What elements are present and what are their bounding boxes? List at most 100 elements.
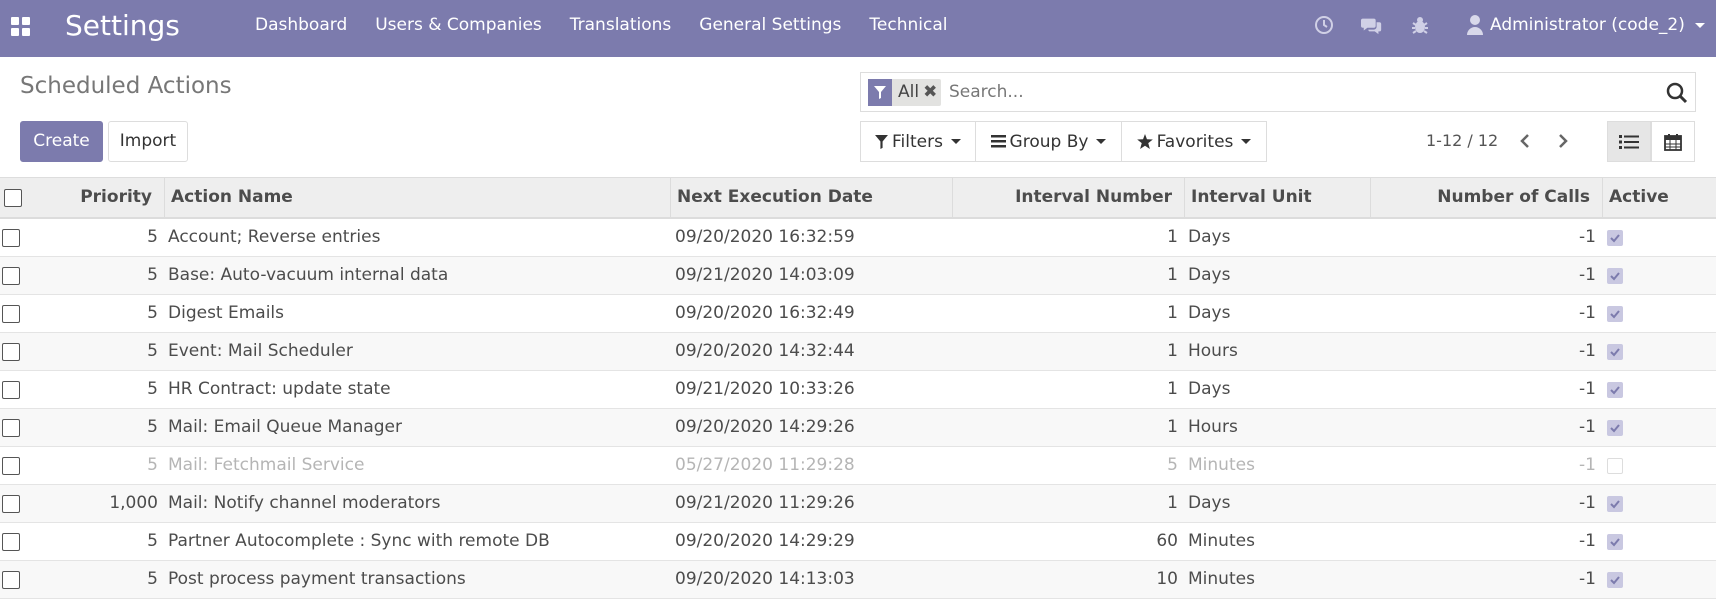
cell-priority: 1,000: [109, 493, 158, 513]
cell-priority: 5: [147, 303, 158, 323]
cell-next-execution-date: 09/21/2020 10:33:26: [675, 379, 855, 399]
facet-remove-icon[interactable]: ✖: [923, 79, 941, 106]
pager-next-button[interactable]: [1551, 127, 1575, 155]
check-icon: [1610, 500, 1620, 509]
row-select-checkbox[interactable]: [2, 229, 20, 247]
row-select-checkbox[interactable]: [2, 457, 20, 475]
column-interval-unit[interactable]: Interval Unit: [1184, 178, 1370, 217]
column-interval-number[interactable]: Interval Number: [952, 178, 1184, 217]
row-select-checkbox[interactable]: [2, 343, 20, 361]
cell-number-of-calls: -1: [1579, 455, 1596, 475]
cell-next-execution-date: 09/21/2020 14:03:09: [675, 265, 855, 285]
debug-bug-icon[interactable]: [1409, 14, 1431, 36]
filters-dropdown[interactable]: Filters: [860, 121, 976, 162]
search-icon[interactable]: [1666, 82, 1688, 104]
calendar-view-button[interactable]: [1651, 121, 1695, 162]
menu-item-dashboard[interactable]: Dashboard: [255, 0, 347, 57]
group-bars-icon: [990, 135, 1006, 148]
user-menu[interactable]: Administrator (code_2): [1466, 0, 1705, 50]
apps-menu-icon[interactable]: [11, 17, 30, 36]
cell-interval-number: 1: [1167, 493, 1178, 513]
table-row[interactable]: 5 Base: Auto-vacuum internal data 09/21/20…: [0, 257, 1716, 295]
cell-next-execution-date: 05/27/2020 11:29:28: [675, 455, 855, 475]
menu-item-users-companies[interactable]: Users & Companies: [375, 0, 542, 57]
cell-interval-number: 60: [1156, 531, 1178, 551]
check-icon: [1610, 272, 1620, 281]
table-row[interactable]: 5 Post process payment transactions 09/20/…: [0, 561, 1716, 599]
column-next-execution-date[interactable]: Next Execution Date: [670, 178, 952, 217]
table-row[interactable]: 5 Account; Reverse entries 09/20/2020 16:3…: [0, 219, 1716, 257]
groupby-dropdown[interactable]: Group By: [975, 121, 1122, 162]
cell-priority: 5: [147, 455, 158, 475]
cell-action-name: Digest Emails: [168, 303, 285, 323]
cell-priority: 5: [147, 265, 158, 285]
cell-action-name: Event: Mail Scheduler: [168, 341, 353, 361]
check-icon: [1610, 310, 1620, 319]
active-checked-checkbox: [1607, 306, 1623, 322]
favorites-dropdown[interactable]: Favorites: [1121, 121, 1267, 162]
table-row[interactable]: 5 Mail: Email Queue Manager 09/20/2020 14:…: [0, 409, 1716, 447]
table-row[interactable]: 5 Event: Mail Scheduler 09/20/2020 14:32:4…: [0, 333, 1716, 371]
pager-value[interactable]: 1-12 / 12: [1426, 130, 1498, 152]
app-brand[interactable]: Settings: [65, 6, 180, 46]
table-row[interactable]: 5 Digest Emails 09/20/2020 16:32:49 1 Days -1: [0, 295, 1716, 333]
top-navbar: Settings Dashboard Users & Companies Tra…: [0, 0, 1716, 57]
row-select-checkbox[interactable]: [2, 533, 20, 551]
create-button[interactable]: Create: [20, 121, 103, 162]
check-icon: [1610, 234, 1620, 243]
cell-priority: 5: [147, 531, 158, 551]
table-row[interactable]: 5 HR Contract: update state 09/21/2020 10:…: [0, 371, 1716, 409]
select-all-checkbox[interactable]: [4, 189, 22, 207]
cell-action-name: Post process payment transactions: [168, 569, 466, 589]
cell-number-of-calls: -1: [1579, 341, 1596, 361]
table-row[interactable]: 5 Partner Autocomplete : Sync with remote…: [0, 523, 1716, 561]
cell-interval-number: 1: [1167, 227, 1178, 247]
active-checked-checkbox: [1607, 382, 1623, 398]
column-priority[interactable]: Priority: [36, 178, 164, 217]
user-name: Administrator (code_2): [1490, 15, 1685, 35]
column-active[interactable]: Active: [1602, 178, 1716, 217]
menu-item-technical[interactable]: Technical: [869, 0, 947, 57]
list-view-button[interactable]: [1607, 121, 1651, 162]
check-icon: [1610, 348, 1620, 357]
filter-funnel-icon: [875, 134, 888, 149]
cell-interval-number: 5: [1167, 455, 1178, 475]
search-bar: All ✖: [860, 72, 1696, 112]
cell-interval-unit: Hours: [1188, 341, 1238, 361]
cell-action-name: Mail: Fetchmail Service: [168, 455, 365, 475]
chat-icon[interactable]: [1361, 14, 1383, 36]
pager-previous-button[interactable]: [1513, 127, 1537, 155]
table-row[interactable]: 1,000 Mail: Notify channel moderators 09/2…: [0, 485, 1716, 523]
cell-interval-number: 1: [1167, 303, 1178, 323]
row-select-checkbox[interactable]: [2, 495, 20, 513]
row-select-checkbox[interactable]: [2, 571, 20, 589]
user-caret-icon: [1694, 22, 1705, 28]
menu-item-general-settings[interactable]: General Settings: [699, 0, 841, 57]
row-select-checkbox[interactable]: [2, 381, 20, 399]
cell-number-of-calls: -1: [1579, 265, 1596, 285]
row-select-checkbox[interactable]: [2, 267, 20, 285]
activity-clock-icon[interactable]: [1313, 14, 1335, 36]
search-input[interactable]: [949, 77, 1649, 107]
cell-action-name: HR Contract: update state: [168, 379, 391, 399]
row-select-checkbox[interactable]: [2, 419, 20, 437]
cell-interval-number: 10: [1156, 569, 1178, 589]
active-checked-checkbox: [1607, 344, 1623, 360]
column-action-name[interactable]: Action Name: [164, 178, 670, 217]
favorites-label: Favorites: [1156, 131, 1234, 152]
active-checked-checkbox: [1607, 230, 1623, 246]
table-row[interactable]: 5 Mail: Fetchmail Service 05/27/2020 11:29…: [0, 447, 1716, 485]
column-number-of-calls[interactable]: Number of Calls: [1370, 178, 1602, 217]
row-select-checkbox[interactable]: [2, 305, 20, 323]
cell-next-execution-date: 09/20/2020 14:13:03: [675, 569, 855, 589]
cell-interval-number: 1: [1167, 417, 1178, 437]
cell-interval-unit: Minutes: [1188, 455, 1255, 475]
check-icon: [1610, 424, 1620, 433]
cell-priority: 5: [147, 341, 158, 361]
import-button[interactable]: Import: [108, 121, 188, 162]
scheduled-actions-table: Priority Action Name Next Execution Date…: [0, 177, 1716, 599]
menu-item-translations[interactable]: Translations: [570, 0, 672, 57]
main-menu: Dashboard Users & Companies Translations…: [255, 0, 975, 57]
active-checked-checkbox: [1607, 534, 1623, 550]
cell-action-name: Base: Auto-vacuum internal data: [168, 265, 449, 285]
